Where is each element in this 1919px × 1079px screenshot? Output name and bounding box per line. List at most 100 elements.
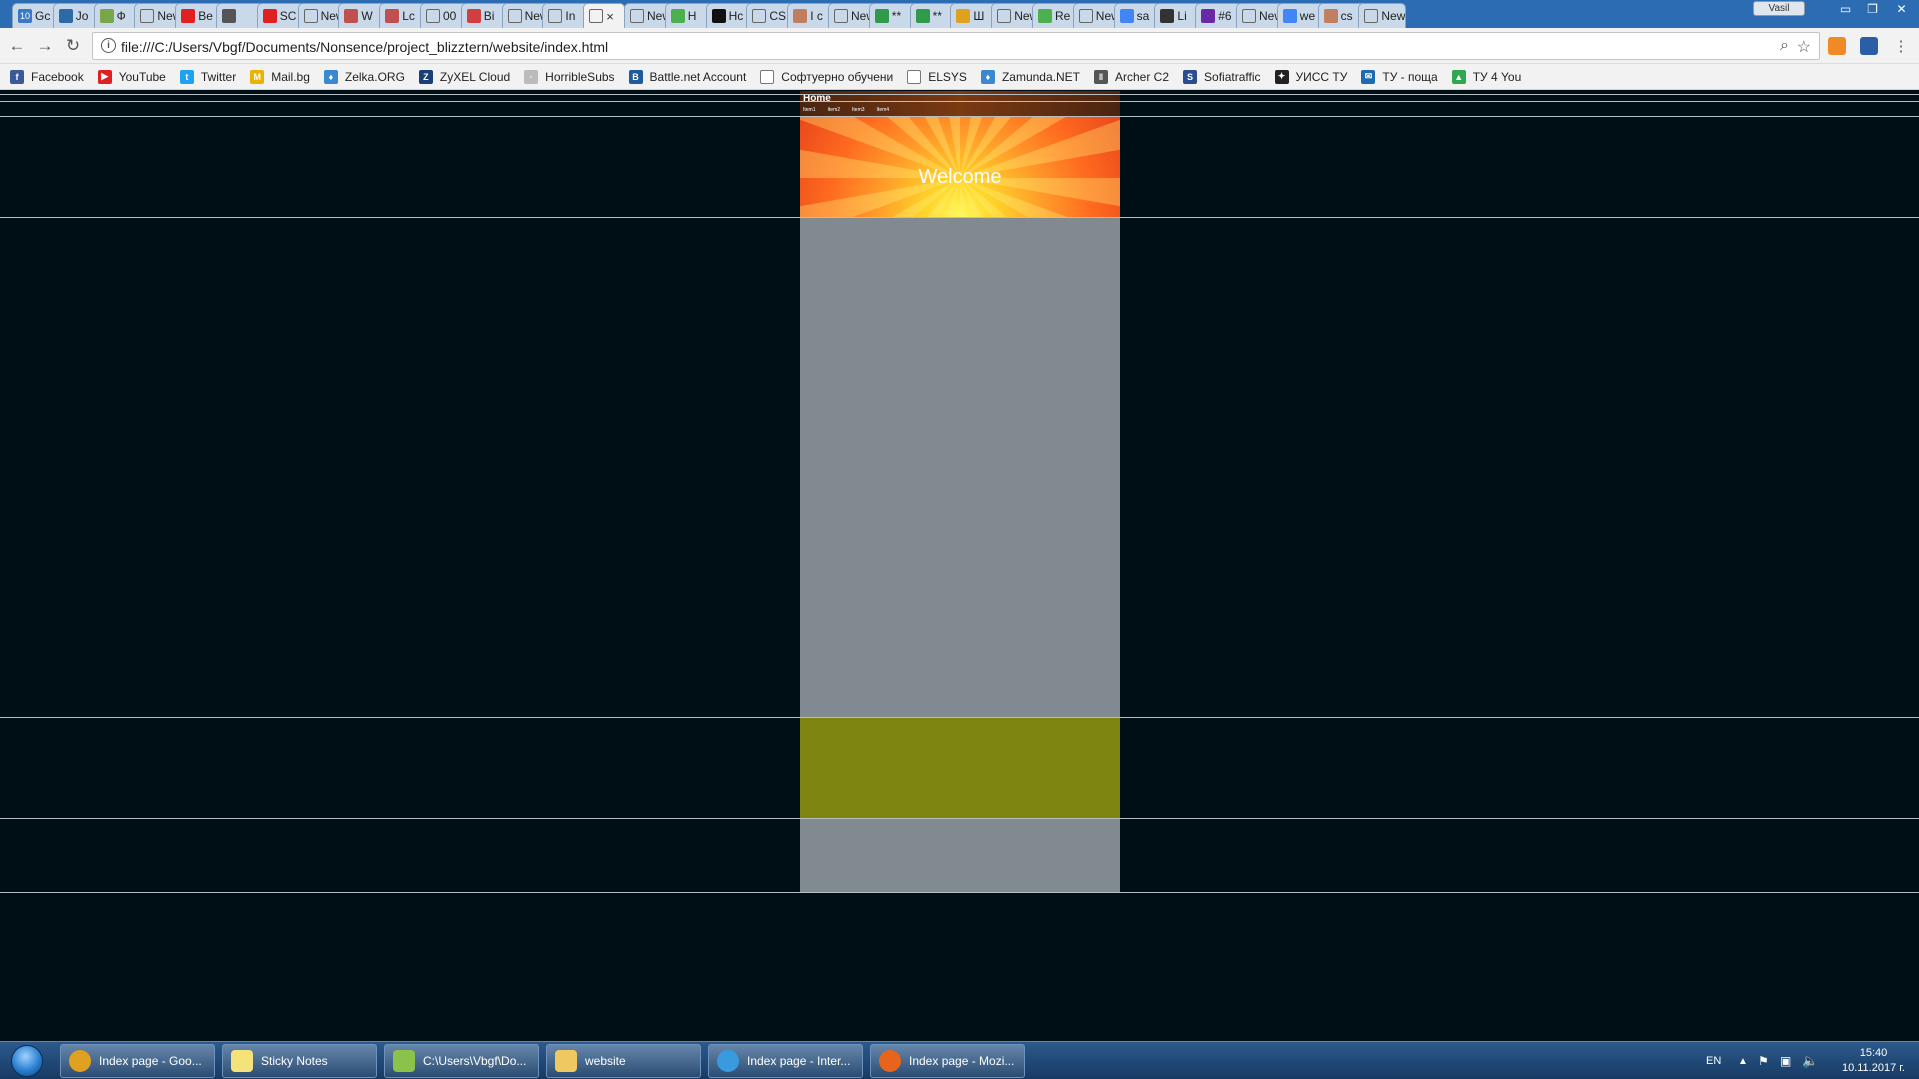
bookmark-item[interactable]: ▶ YouTube bbox=[97, 69, 166, 84]
maximize-button[interactable]: ❐ bbox=[1859, 0, 1886, 18]
taskbar-item[interactable]: Index page - Goo... bbox=[60, 1044, 215, 1078]
bookmark-label: Mail.bg bbox=[271, 69, 310, 84]
bookmark-item[interactable]: ✉ ТУ - поща bbox=[1361, 69, 1438, 84]
drop-icon: ♦ bbox=[980, 69, 995, 84]
browser-tab-strip: Vasil ▭ ❐ ✕ 10GcJoФNew TBeSCNew TWLc00Bi… bbox=[0, 0, 1919, 28]
close-tab-icon[interactable]: × bbox=[606, 9, 614, 24]
taskbar-item[interactable]: C:\Users\Vbgf\Do... bbox=[384, 1044, 539, 1078]
taskbar-item[interactable]: Index page - Inter... bbox=[708, 1044, 863, 1078]
bookmark-item[interactable]: M Mail.bg bbox=[250, 69, 310, 84]
forward-button[interactable]: → bbox=[34, 35, 56, 57]
start-button[interactable] bbox=[4, 1043, 50, 1079]
zoom-icon[interactable]: ⌕ bbox=[1780, 37, 1789, 55]
address-url[interactable]: file:///C:/Users/Vbgf/Documents/Nonsence… bbox=[121, 39, 608, 55]
bookmark-item[interactable]: S Sofiatraffic bbox=[1183, 69, 1261, 84]
address-bar[interactable]: i file:///C:/Users/Vbgf/Documents/Nonsen… bbox=[92, 32, 1820, 60]
bookmark-item[interactable]: Z ZyXEL Cloud bbox=[418, 69, 510, 84]
tab-title: Hc bbox=[728, 9, 744, 23]
bookmark-item[interactable]: ✦ УИСС ТУ bbox=[1274, 69, 1347, 84]
sticky-notes-icon bbox=[231, 1050, 253, 1072]
tab-title: H bbox=[687, 9, 697, 23]
bookmark-item[interactable]: · HorribleSubs bbox=[524, 69, 615, 84]
speaker-icon bbox=[222, 9, 236, 23]
reload-button[interactable]: ↻ bbox=[62, 35, 84, 57]
tab-title: cs bbox=[1340, 9, 1353, 23]
tab-title: I c bbox=[810, 9, 823, 23]
p-icon bbox=[874, 9, 889, 23]
main-content-area bbox=[800, 217, 1120, 717]
divider-line bbox=[0, 101, 1919, 102]
bookmark-label: Battle.net Account bbox=[649, 69, 747, 84]
router-icon: ‖ bbox=[1093, 69, 1108, 84]
p-icon bbox=[915, 9, 930, 23]
clock-date: 10.11.2017 г. bbox=[1841, 1062, 1905, 1074]
browser-tab[interactable]: New T bbox=[1358, 3, 1407, 28]
profile-button[interactable]: Vasil bbox=[1753, 1, 1805, 16]
bookmark-item[interactable]: ♦ Zamunda.NET bbox=[980, 69, 1080, 84]
action-center-flag-icon[interactable]: ⚑ bbox=[1758, 1042, 1769, 1079]
bookmark-label: ELSYS bbox=[928, 69, 967, 84]
number-badge-icon: 10 bbox=[18, 9, 32, 23]
document-icon bbox=[907, 69, 922, 84]
w3-icon bbox=[670, 9, 685, 23]
bookmark-label: Archer C2 bbox=[1114, 69, 1170, 84]
system-clock[interactable]: 15:40 10.11.2017 г. bbox=[1842, 1046, 1905, 1076]
bookmark-item[interactable]: t Twitter bbox=[179, 69, 236, 84]
taskbar-item[interactable]: Index page - Mozi... bbox=[870, 1044, 1025, 1078]
youtube-icon bbox=[181, 9, 196, 23]
firefox-icon bbox=[879, 1050, 901, 1072]
bookmark-item[interactable]: ELSYS bbox=[907, 69, 967, 84]
nav-item-link[interactable]: Item1 bbox=[803, 107, 816, 113]
facebook-icon: f bbox=[10, 69, 24, 84]
mail-icon: ✉ bbox=[1361, 69, 1376, 84]
tab-title: Li bbox=[1177, 9, 1187, 23]
divider-line bbox=[0, 94, 1919, 95]
bookmark-item[interactable]: ‖ Archer C2 bbox=[1093, 69, 1170, 84]
folder-icon bbox=[555, 1050, 577, 1072]
nav-item-link[interactable]: Item2 bbox=[828, 107, 841, 113]
back-button[interactable]: ← bbox=[6, 35, 28, 57]
bookmark-item[interactable]: f Facebook bbox=[10, 69, 84, 84]
bookmark-item[interactable]: B Battle.net Account bbox=[628, 69, 747, 84]
bookmark-label: Facebook bbox=[31, 69, 84, 84]
tab-title: ** bbox=[891, 9, 902, 23]
blank-page-icon bbox=[303, 9, 318, 23]
taskbar-item[interactable]: Sticky Notes bbox=[222, 1044, 377, 1078]
bookmark-label: HorribleSubs bbox=[545, 69, 615, 84]
show-hidden-icons-icon[interactable]: ▲ bbox=[1738, 1042, 1748, 1079]
feather-icon bbox=[1323, 9, 1338, 23]
tab-title: Jo bbox=[75, 9, 89, 23]
extension-orange-icon[interactable] bbox=[1828, 37, 1846, 55]
tab-title: SC bbox=[279, 9, 297, 23]
minimize-button[interactable]: ▭ bbox=[1832, 0, 1859, 18]
volume-icon[interactable]: 🔈 bbox=[1802, 1042, 1818, 1079]
document-icon bbox=[752, 9, 767, 23]
twitter-icon: t bbox=[179, 69, 194, 84]
nav-item-link[interactable]: Item3 bbox=[852, 107, 865, 113]
document-icon bbox=[760, 69, 775, 84]
browser-tab[interactable]: × bbox=[583, 3, 626, 28]
tab-title: In bbox=[565, 9, 576, 23]
extension-download-icon[interactable] bbox=[1860, 37, 1878, 55]
tab-title: Re bbox=[1055, 9, 1071, 23]
bookmark-item[interactable]: ▲ ТУ 4 You bbox=[1451, 69, 1521, 84]
bookmark-star-icon[interactable]: ☆ bbox=[1797, 37, 1811, 57]
chrome-icon bbox=[69, 1050, 91, 1072]
nav-item-link[interactable]: Item4 bbox=[877, 107, 890, 113]
tab-title: W bbox=[361, 9, 373, 23]
menu-dots-icon[interactable]: ⋮ bbox=[1890, 35, 1912, 57]
youtube-icon bbox=[262, 9, 277, 23]
info-icon[interactable]: i bbox=[101, 38, 116, 53]
network-icon[interactable]: ▣ bbox=[1780, 1042, 1791, 1079]
bookmark-item[interactable]: Софтуерно обучени bbox=[760, 69, 893, 84]
drive-icon: ▲ bbox=[1451, 69, 1466, 84]
bookmark-item[interactable]: ♦ Zelka.ORG bbox=[323, 69, 405, 84]
bookmark-label: Sofiatraffic bbox=[1204, 69, 1261, 84]
tab-title: Bi bbox=[483, 9, 495, 23]
nav-items: Item1 Item2 Item3 Item4 bbox=[803, 107, 889, 113]
language-indicator[interactable]: EN bbox=[1706, 1042, 1721, 1079]
bookmarks-bar: f Facebook ▶ YouTube t Twitter M Mail.bg ♦ Zelka.… bbox=[0, 64, 1919, 90]
blank-page-icon bbox=[997, 9, 1012, 23]
close-window-button[interactable]: ✕ bbox=[1888, 0, 1915, 18]
taskbar-item[interactable]: website bbox=[546, 1044, 701, 1078]
